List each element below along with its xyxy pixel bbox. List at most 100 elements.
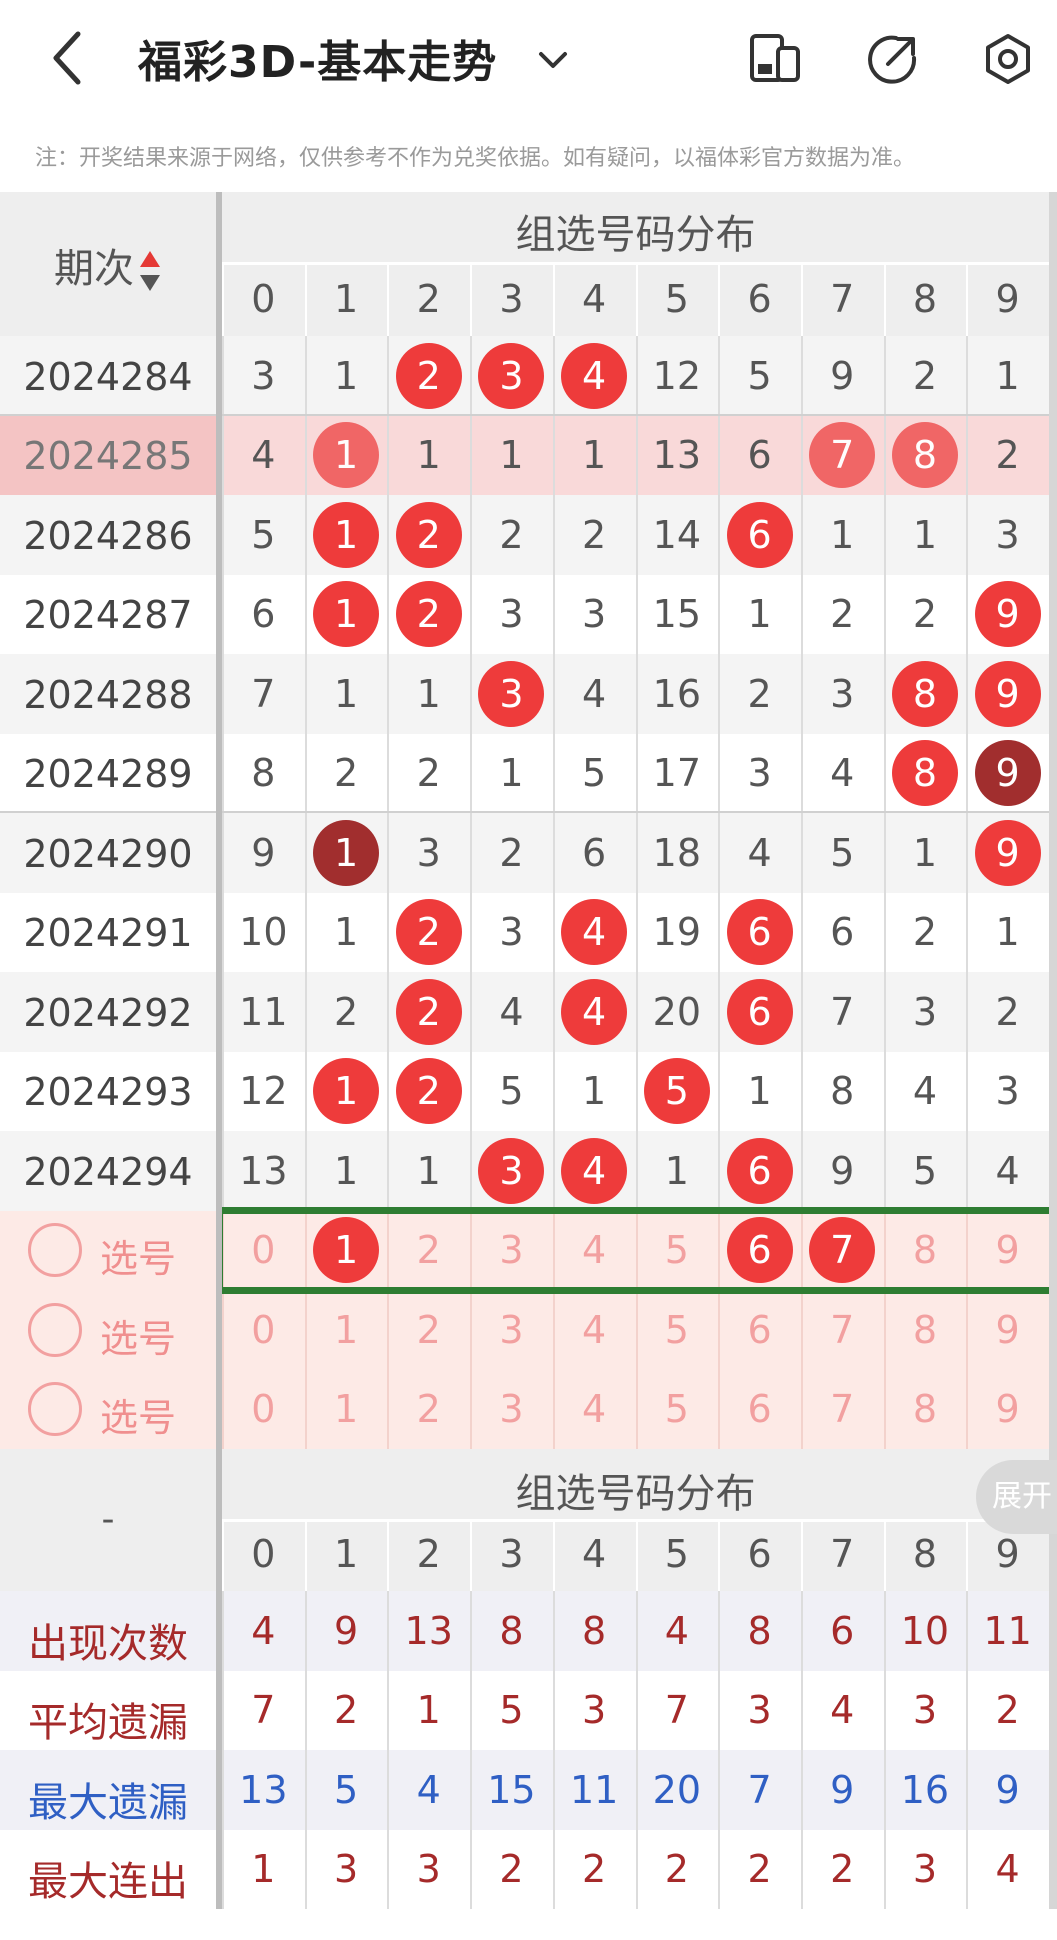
- digit-option[interactable]: 9: [966, 1311, 1049, 1349]
- column-line[interactable]: [966, 1829, 969, 1909]
- header-column-line[interactable]: [718, 264, 721, 336]
- omission-value[interactable]: 1: [305, 675, 388, 713]
- stats-value[interactable]: 8: [470, 1612, 553, 1650]
- omission-value[interactable]: 13: [636, 436, 719, 474]
- column-line[interactable]: [304, 1829, 307, 1909]
- period-number[interactable]: 2024288: [0, 673, 216, 717]
- column-line[interactable]: [552, 415, 555, 495]
- radio-circle-icon[interactable]: [28, 1302, 82, 1357]
- stats-digit-header-3[interactable]: 3: [470, 1535, 553, 1573]
- column-line[interactable]: [800, 1670, 803, 1750]
- column-line[interactable]: [635, 1829, 638, 1909]
- digit-header-3[interactable]: 3: [470, 280, 553, 318]
- digit-option[interactable]: 3: [470, 1390, 553, 1428]
- omission-value[interactable]: 4: [966, 1152, 1049, 1190]
- omission-value[interactable]: 6: [222, 595, 305, 633]
- column-line[interactable]: [635, 733, 638, 813]
- column-line[interactable]: [222, 1051, 224, 1131]
- header-column-line[interactable]: [387, 264, 390, 336]
- digit-header-1[interactable]: 1: [305, 280, 388, 318]
- omission-value[interactable]: 1: [470, 436, 553, 474]
- column-line[interactable]: [883, 1369, 886, 1449]
- digit-option[interactable]: 8: [884, 1311, 967, 1349]
- column-line[interactable]: [387, 654, 390, 734]
- stats-value[interactable]: 9: [801, 1771, 884, 1809]
- table-right-border[interactable]: [1049, 192, 1057, 1909]
- digit-option[interactable]: 6: [718, 1311, 801, 1349]
- digit-option[interactable]: 7: [801, 1390, 884, 1428]
- column-line[interactable]: [387, 336, 390, 416]
- omission-value[interactable]: 1: [884, 834, 967, 872]
- period-number[interactable]: 2024287: [0, 593, 216, 637]
- omission-value[interactable]: 2: [884, 595, 967, 633]
- number-ball[interactable]: 2: [395, 1058, 462, 1125]
- column-line[interactable]: [552, 1829, 555, 1909]
- header-column-line[interactable]: [635, 1521, 638, 1591]
- number-ball[interactable]: 2: [395, 978, 462, 1045]
- column-line[interactable]: [470, 1670, 473, 1750]
- column-line[interactable]: [222, 654, 224, 734]
- stats-row[interactable]: 最大遗漏 13 5 4 15 11 20 7 9 16 9: [0, 1750, 1057, 1830]
- column-line[interactable]: [552, 1051, 555, 1131]
- omission-value[interactable]: 6: [718, 436, 801, 474]
- period-header[interactable]: 期次: [0, 236, 216, 294]
- stats-value[interactable]: 2: [305, 1691, 388, 1729]
- header-column-line[interactable]: [718, 1521, 721, 1591]
- digit-option[interactable]: 2: [387, 1311, 470, 1349]
- column-line[interactable]: [883, 1131, 886, 1211]
- column-line[interactable]: [718, 1131, 721, 1211]
- digit-header-9[interactable]: 9: [966, 280, 1049, 318]
- number-ball[interactable]: 7: [809, 422, 876, 489]
- column-line[interactable]: [635, 1051, 638, 1131]
- omission-value[interactable]: 4: [470, 993, 553, 1031]
- stats-label[interactable]: 最大遗漏: [0, 1770, 216, 1828]
- column-line[interactable]: [222, 336, 224, 416]
- column-line[interactable]: [966, 1131, 969, 1211]
- column-line[interactable]: [387, 733, 390, 813]
- table-row[interactable]: 2024286 5 1 2 2 2 14 6 1 1 3: [0, 495, 1057, 575]
- omission-value[interactable]: 5: [718, 357, 801, 395]
- column-line[interactable]: [387, 1750, 390, 1830]
- column-line[interactable]: [718, 1290, 721, 1370]
- stats-label[interactable]: 出现次数: [0, 1611, 216, 1669]
- column-line[interactable]: [800, 813, 803, 893]
- column-line[interactable]: [800, 892, 803, 972]
- column-line[interactable]: [966, 1750, 969, 1830]
- omission-value[interactable]: 4: [884, 1072, 967, 1110]
- column-line[interactable]: [387, 1369, 390, 1449]
- column-line[interactable]: [883, 495, 886, 575]
- omission-value[interactable]: 5: [553, 754, 636, 792]
- stats-value[interactable]: 4: [636, 1612, 719, 1650]
- column-line[interactable]: [552, 892, 555, 972]
- header-column-line[interactable]: [552, 264, 555, 336]
- digit-header-4[interactable]: 4: [553, 280, 636, 318]
- column-line[interactable]: [800, 1131, 803, 1211]
- digit-option[interactable]: 4: [553, 1311, 636, 1349]
- digit-option[interactable]: 8: [884, 1390, 967, 1428]
- column-line[interactable]: [304, 1591, 307, 1671]
- number-ball[interactable]: 4: [561, 342, 628, 409]
- column-line[interactable]: [304, 1290, 307, 1370]
- stats-value[interactable]: 3: [718, 1691, 801, 1729]
- column-line[interactable]: [883, 733, 886, 813]
- omission-value[interactable]: 4: [718, 834, 801, 872]
- column-line[interactable]: [883, 1829, 886, 1909]
- omission-value[interactable]: 1: [553, 436, 636, 474]
- stats-value[interactable]: 2: [966, 1691, 1049, 1729]
- period-number[interactable]: 2024289: [0, 752, 216, 796]
- column-line[interactable]: [883, 892, 886, 972]
- column-line[interactable]: [883, 1591, 886, 1671]
- column-line[interactable]: [552, 1591, 555, 1671]
- column-line[interactable]: [222, 1829, 224, 1909]
- column-line[interactable]: [470, 1591, 473, 1671]
- number-ball[interactable]: 2: [395, 501, 462, 568]
- column-line[interactable]: [883, 654, 886, 734]
- digit-option[interactable]: 5: [636, 1390, 719, 1428]
- column-line[interactable]: [222, 1750, 224, 1830]
- omission-value[interactable]: 12: [636, 357, 719, 395]
- column-line[interactable]: [470, 1051, 473, 1131]
- column-line[interactable]: [718, 972, 721, 1052]
- column-line[interactable]: [304, 1750, 307, 1830]
- column-line[interactable]: [718, 336, 721, 416]
- column-line[interactable]: [387, 1670, 390, 1750]
